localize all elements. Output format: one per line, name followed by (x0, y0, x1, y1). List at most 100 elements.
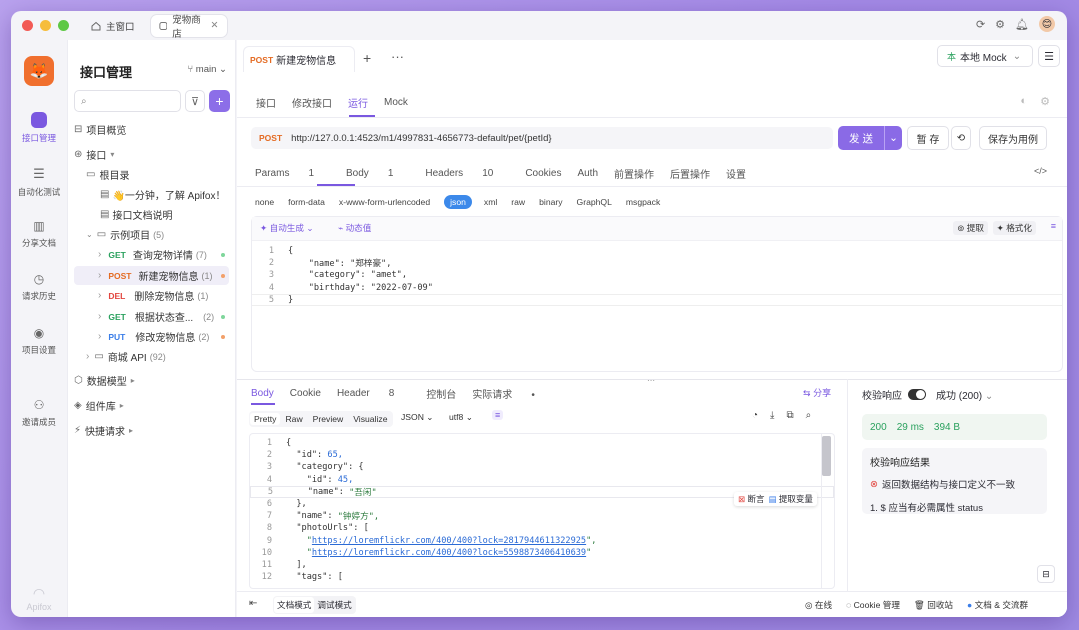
body-type-form-data[interactable]: form-data (288, 197, 325, 207)
response-code[interactable]: 1{2 "id": 65, 3 "category": {4 "id": 45, 5… (250, 437, 834, 583)
wrap-icon[interactable]: ≡ (1051, 221, 1056, 231)
close-tab-icon[interactable]: ✕ (211, 20, 219, 31)
rail-item-history[interactable]: ◷ 请求历史 (11, 272, 67, 302)
tree-item-endpoint[interactable]: › DEL 删除宠物信息 (1) (74, 286, 229, 305)
gear-icon[interactable]: ⚙ (995, 18, 1005, 31)
tree-item-mall-folder[interactable]: › ▭ 商城 API (92) (74, 347, 229, 366)
tab-resp-header[interactable]: Header 8 (337, 388, 410, 399)
tree-item-doc-intro[interactable]: ▤ 👋一分钟，了解 Apifox！ (74, 185, 229, 204)
environment-select[interactable]: 本 本地 Mock ⌄ (937, 45, 1033, 67)
tab-api[interactable]: 接口 (256, 95, 276, 110)
copy-icon[interactable]: ⧉ (786, 410, 793, 421)
request-code[interactable]: 1{2 "name": "郑梓豪", 3 "category": "amet", 4… (252, 245, 1062, 306)
tree-item-root[interactable]: ▭ 根目录 (74, 165, 229, 184)
view-raw[interactable]: Raw (280, 413, 307, 425)
extract-button[interactable]: ⊚ 提取 (953, 221, 988, 235)
format-button[interactable]: ✦ 格式化 (992, 221, 1036, 235)
maximize-window-button[interactable] (58, 20, 69, 31)
download-icon[interactable]: ⤓ (770, 410, 774, 421)
panel-toggle-button[interactable]: ⊟ (1037, 565, 1055, 583)
tab-run[interactable]: 运行 (348, 95, 368, 110)
chevron-down-icon[interactable]: ⌄ (884, 126, 902, 150)
new-tab-icon[interactable]: + (363, 50, 371, 66)
dynamic-value-button[interactable]: ⌁ 动态值 (338, 222, 371, 234)
doc-tab[interactable]: POST 新建宠物信息 (243, 46, 355, 72)
tree-item-overview[interactable]: ⊟ 项目概览 (74, 120, 229, 139)
tab-headers[interactable]: Headers 10 (425, 168, 509, 179)
splitter[interactable]: ⋯ (647, 376, 655, 385)
body-type-graphql[interactable]: GraphQL (577, 197, 612, 207)
assert-button[interactable]: ⊠ 断言 (738, 493, 765, 505)
auto-generate-button[interactable]: ✦ 自动生成 ⌄ (260, 222, 314, 234)
url-bar[interactable]: POST http://127.0.0.1:4523/m1/4997831-46… (251, 127, 833, 149)
menu-button[interactable]: ☰ (1038, 45, 1060, 67)
method-select[interactable]: POST (259, 133, 282, 143)
share-button[interactable]: ⇆ 分享 (803, 386, 831, 399)
tree-item-api[interactable]: ⊛ 接口 ▾ (74, 145, 229, 164)
tab-console[interactable]: 控制台 (426, 386, 456, 401)
tab-actual-request[interactable]: 实际请求 • (472, 386, 551, 401)
tab-body[interactable]: Body 1 (346, 168, 409, 179)
request-body-editor[interactable]: ✦ 自动生成 ⌄ ⌁ 动态值 ⊚ 提取 ✦ 格式化 ≡ 1{2 "name": … (251, 216, 1063, 372)
tab-auth[interactable]: Auth (577, 168, 598, 179)
tab-resp-body[interactable]: Body (251, 388, 274, 399)
tab-resp-cookie[interactable]: Cookie (290, 388, 321, 399)
search-input[interactable]: ⌕ (74, 90, 181, 112)
tab-cookies[interactable]: Cookies (525, 168, 561, 179)
tree-item-endpoint[interactable]: › GET 根据状态查... (2) (74, 307, 229, 326)
extract-variable-button[interactable]: ▤ 提取变量 (769, 493, 813, 505)
online-status[interactable]: ◎ 在线 (805, 599, 832, 611)
rail-item-api-management[interactable]: 接口管理 (11, 112, 67, 144)
tab-pre-processors[interactable]: 前置操作 (614, 166, 654, 181)
layout-icon[interactable]: ◐ (1020, 95, 1027, 107)
body-type-msgpack[interactable]: msgpack (626, 197, 660, 207)
doc-mode-button[interactable]: 文档模式 (274, 597, 315, 613)
body-type-raw[interactable]: raw (511, 197, 525, 207)
refresh-icon[interactable]: ⟳ (976, 18, 985, 31)
url-input[interactable]: http://127.0.0.1:4523/m1/4997831-4656773… (291, 133, 551, 144)
tree-item-example-folder[interactable]: ⌄ ▭ 示例项目 (5) (74, 225, 229, 244)
response-body-editor[interactable]: 1{2 "id": 65, 3 "category": {4 "id": 45, 5… (249, 433, 835, 589)
body-type-none[interactable]: none (255, 197, 274, 207)
tab-settings[interactable]: 设置 (726, 166, 746, 181)
body-type-json[interactable]: json (444, 195, 472, 209)
format-select[interactable]: JSON ⌄ (401, 412, 434, 423)
debug-mode-button[interactable]: 调试模式 (314, 597, 354, 613)
wrap-icon[interactable]: ≡ (492, 410, 504, 420)
tree-item-models[interactable]: ⬡ 数据模型 ▸ (74, 371, 229, 390)
tab-mock[interactable]: Mock (384, 97, 408, 108)
view-pretty[interactable]: Pretty (250, 413, 281, 425)
rail-item-share-docs[interactable]: ▥ 分享文档 (11, 219, 67, 249)
encoding-select[interactable]: utf8 ⌄ (449, 412, 473, 423)
code-icon[interactable]: </> (1034, 166, 1047, 176)
validate-toggle[interactable] (908, 389, 926, 400)
save-button[interactable]: 暂 存 (907, 126, 949, 150)
window-tab-project[interactable]: 宠物商店 ✕ (150, 14, 227, 40)
rail-item-automation[interactable]: ☰ 自动化测试 (11, 166, 67, 198)
body-type-urlencoded[interactable]: x-www-form-urlencoded (339, 197, 430, 207)
tab-post-processors[interactable]: 后置操作 (670, 166, 710, 181)
collapse-icon[interactable]: ⇤ (249, 598, 257, 609)
tree-item-components[interactable]: ◈ 组件库 ▸ (74, 396, 229, 415)
community-link[interactable]: ● 文档 & 交流群 (967, 599, 1028, 611)
send-button[interactable]: 发 送 ⌄ (838, 126, 902, 150)
save-as-case-button[interactable]: 保存为用例 (979, 126, 1047, 150)
minimize-window-button[interactable] (40, 20, 51, 31)
tab-edit-api[interactable]: 修改接口 (292, 95, 332, 110)
branch-selector[interactable]: ⑂ main ⌄ (187, 64, 227, 75)
recycle-bin[interactable]: 🗑︎ 回收站 (914, 599, 953, 611)
tree-item-endpoint-selected[interactable]: › POST 新建宠物信息 (1) (74, 266, 229, 285)
tree-item-quick-request[interactable]: ⚡︎ 快捷请求 ▸ (74, 421, 229, 440)
tree-item-endpoint[interactable]: › GET 查询宠物详情 (7) (74, 245, 229, 264)
status-select[interactable]: 成功 (200) ⌄ (936, 387, 993, 402)
tree-item-endpoint[interactable]: › PUT 修改宠物信息 (2) (74, 327, 229, 346)
tree-item-doc-guide[interactable]: ▤ 接口文档说明 (74, 205, 229, 224)
rail-item-settings[interactable]: ◉ 项目设置 (11, 326, 67, 356)
body-type-binary[interactable]: binary (539, 197, 562, 207)
close-window-button[interactable] (22, 20, 33, 31)
avatar[interactable]: 😊 (1039, 16, 1055, 32)
cookie-manager[interactable]: ◌ Cookie 管理 (846, 599, 900, 611)
view-visualize[interactable]: Visualize (348, 413, 392, 425)
window-tab-main[interactable]: 主窗口 (83, 15, 143, 37)
reset-button[interactable]: ⟲ (951, 126, 971, 150)
